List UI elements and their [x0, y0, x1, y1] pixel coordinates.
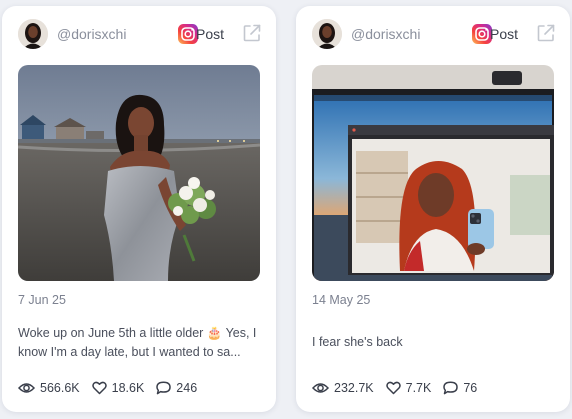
comments-count: 76	[463, 381, 478, 395]
post-caption: I fear she's back	[312, 335, 403, 349]
comments-stat: 246	[156, 381, 197, 395]
post-card[interactable]: @dorisxchi Post	[296, 6, 570, 412]
views-stat: 232.7K	[312, 381, 374, 395]
post-card[interactable]: @dorisxchi Post	[2, 6, 276, 412]
views-count: 566.6K	[40, 381, 80, 395]
post-date: 14 May 25	[312, 293, 371, 307]
eye-icon	[18, 383, 35, 393]
post-date: 7 Jun 25	[18, 293, 66, 307]
views-count: 232.7K	[334, 381, 374, 395]
username[interactable]: @dorisxchi	[57, 26, 126, 42]
comments-count: 246	[176, 381, 198, 395]
avatar[interactable]	[312, 19, 342, 49]
post-card-header: @dorisxchi Post	[18, 19, 262, 49]
post-card-header: @dorisxchi Post	[312, 19, 556, 49]
external-link-icon[interactable]	[242, 23, 262, 43]
comments-stat: 76	[443, 381, 477, 395]
likes-stat: 18.6K	[91, 381, 145, 395]
likes-count: 7.7K	[405, 381, 432, 395]
likes-count: 18.6K	[111, 381, 145, 395]
heart-icon	[91, 381, 107, 395]
post-thumbnail[interactable]	[18, 65, 260, 281]
comment-icon	[443, 381, 459, 395]
heart-icon	[385, 381, 401, 395]
likes-stat: 7.7K	[385, 381, 432, 395]
post-stats: 232.7K 7.7K 76	[312, 379, 556, 397]
post-type-label: Post	[195, 26, 224, 42]
post-thumbnail[interactable]	[312, 65, 554, 281]
eye-icon	[312, 383, 329, 393]
comment-icon	[156, 381, 172, 395]
avatar[interactable]	[18, 19, 48, 49]
post-caption: Woke up on June 5th a little older 🎂 Yes…	[18, 326, 257, 359]
post-type-label: Post	[489, 26, 518, 42]
username[interactable]: @dorisxchi	[351, 26, 420, 42]
external-link-icon[interactable]	[536, 23, 556, 43]
post-stats: 566.6K 18.6K 246	[18, 379, 262, 397]
views-stat: 566.6K	[18, 381, 80, 395]
